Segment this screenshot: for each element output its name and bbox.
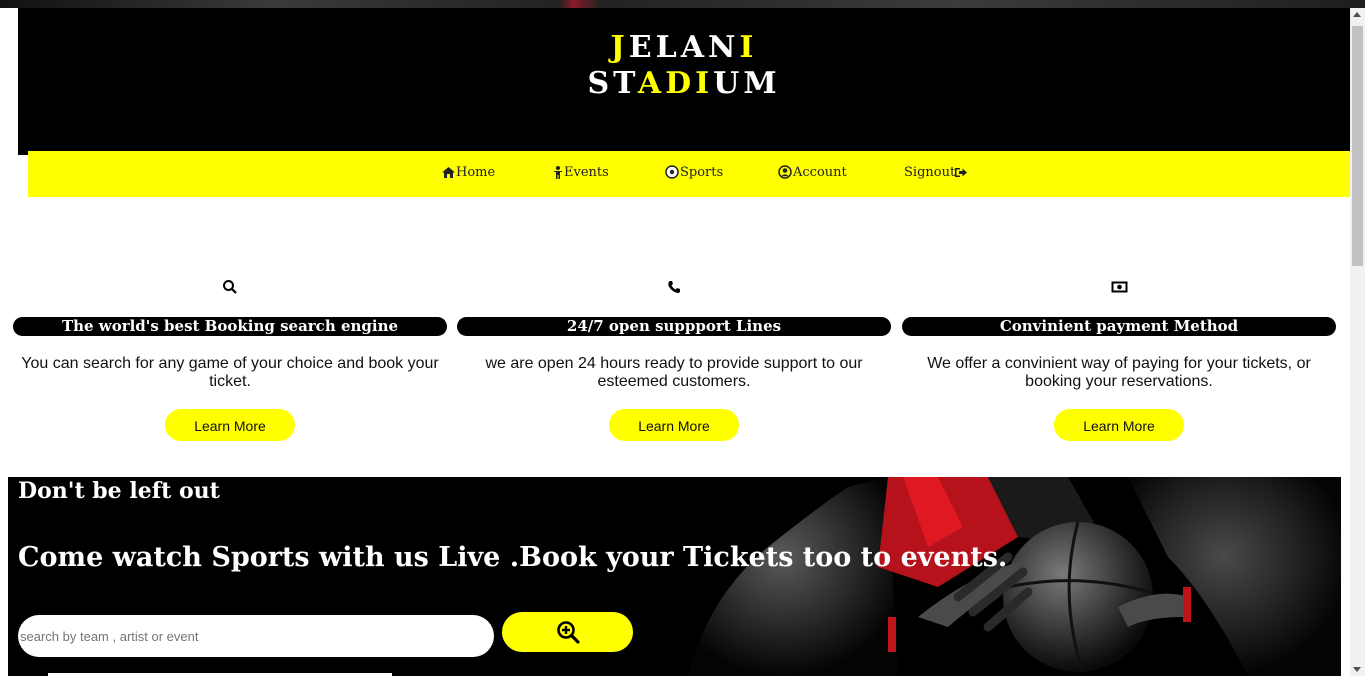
feature-payment: Convinient payment Method We offer a con… [902,277,1336,391]
sign-out-icon [955,167,968,177]
feature-search: The world's best Booking search engine Y… [13,277,447,391]
page-scrollbar[interactable] [1350,8,1365,676]
learn-more-button-search[interactable]: Learn More [165,409,295,441]
basketball-player-image [688,477,1341,676]
feature-title: The world's best Booking search engine [13,317,447,336]
site-logo[interactable]: JELANI STADIUM [18,30,1350,102]
hero-heading: Don't be left out [18,478,220,504]
learn-more-button-payment[interactable]: Learn More [1054,409,1184,441]
person-icon [554,165,562,179]
zoom-in-icon [556,621,580,644]
search-icon [223,280,237,294]
site-header: JELANI STADIUM [18,8,1350,155]
nav-account[interactable]: Account [778,161,847,183]
search-button[interactable] [502,612,633,652]
money-icon [1111,281,1127,293]
nav-home[interactable]: Home [442,161,495,183]
soccer-ball-icon [665,165,679,179]
nav-signout[interactable]: Signout [904,161,968,183]
hero-subheading: Come watch Sports with us Live .Book you… [18,542,1008,573]
main-nav: Home Events Sports Account Signout [28,151,1350,197]
browser-top-strip [0,0,1365,8]
user-circle-icon [778,165,792,179]
nav-events[interactable]: Events [553,161,609,183]
feature-description: We offer a convinient way of paying for … [927,355,1311,390]
search-input[interactable] [18,615,494,657]
feature-title: Convinient payment Method [902,317,1336,336]
feature-description: You can search for any game of your choi… [21,355,439,390]
scroll-up-arrow-icon[interactable] [1353,12,1361,17]
learn-more-button-support[interactable]: Learn More [609,409,739,441]
nav-sports[interactable]: Sports [665,161,723,183]
scroll-down-arrow-icon[interactable] [1353,667,1361,672]
phone-icon [668,281,680,293]
hero-banner: Don't be left out Come watch Sports with… [8,477,1341,676]
feature-title: 24/7 open suppport Lines [457,317,891,336]
feature-support: 24/7 open suppport Lines we are open 24 … [457,277,891,391]
home-icon [442,166,455,178]
scrollbar-thumb[interactable] [1352,26,1363,266]
feature-description: we are open 24 hours ready to provide su… [485,355,863,390]
